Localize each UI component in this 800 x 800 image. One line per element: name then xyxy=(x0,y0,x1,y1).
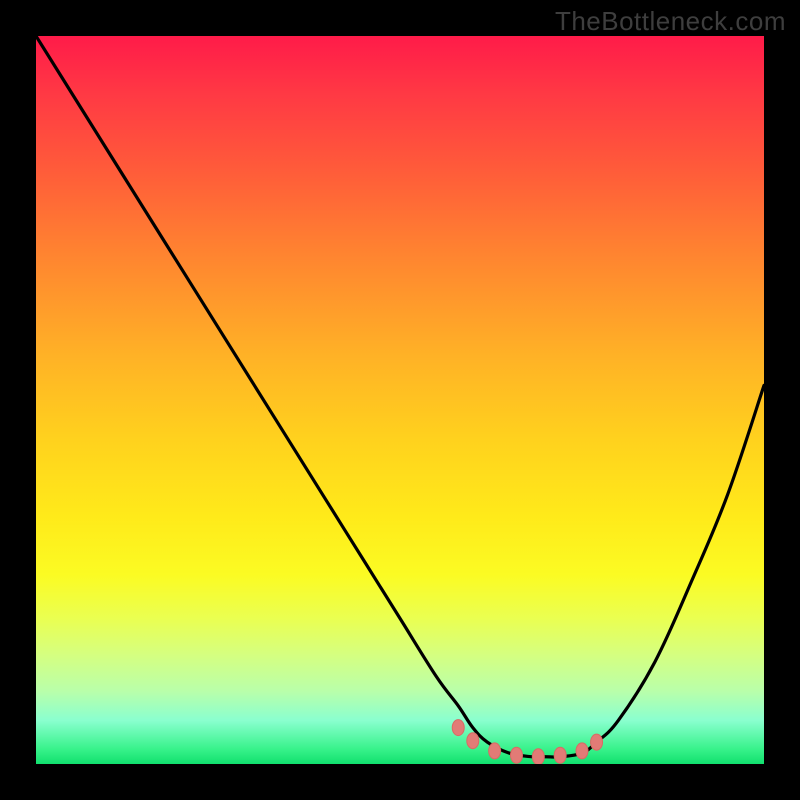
curve-svg xyxy=(36,36,764,764)
optimal-marker xyxy=(452,720,464,736)
plot-area xyxy=(36,36,764,764)
optimal-marker xyxy=(591,734,603,750)
optimal-marker xyxy=(532,749,544,764)
optimal-marker xyxy=(510,747,522,763)
optimal-marker xyxy=(489,743,501,759)
watermark-text: TheBottleneck.com xyxy=(555,6,786,37)
optimal-marker xyxy=(576,743,588,759)
chart-container: TheBottleneck.com xyxy=(0,0,800,800)
optimal-marker xyxy=(554,747,566,763)
optimal-marker xyxy=(467,733,479,749)
bottleneck-curve xyxy=(36,36,764,757)
